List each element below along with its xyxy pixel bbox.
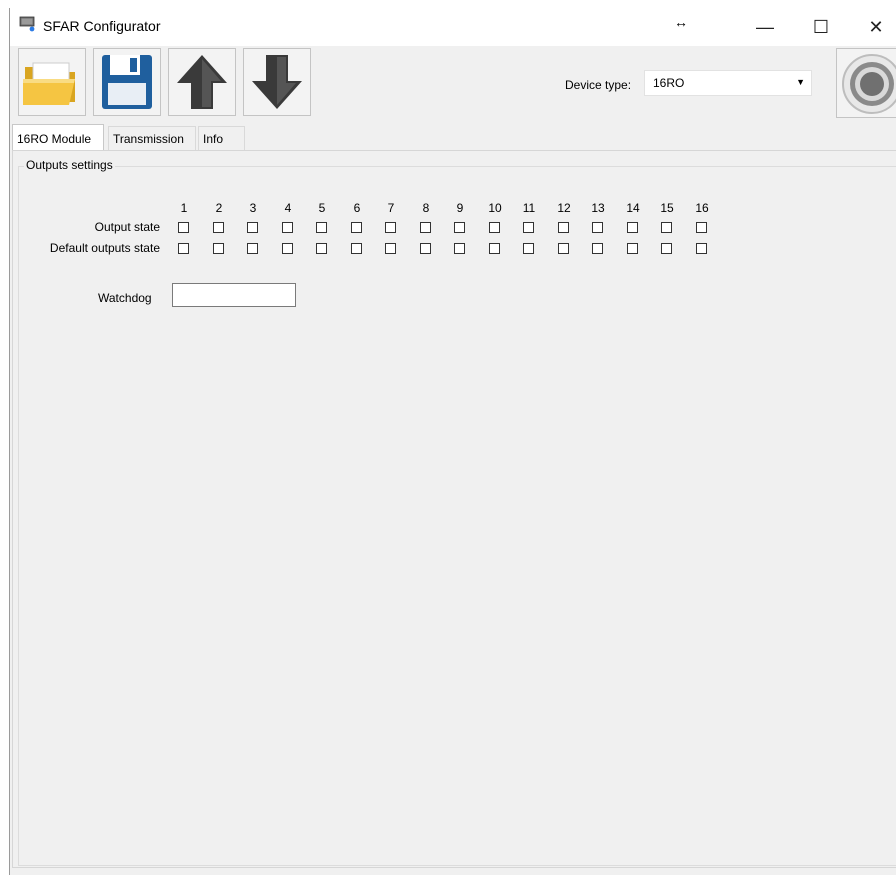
outputs-settings-title: Outputs settings (24, 158, 115, 172)
default-output-state-checkbox-14[interactable] (627, 243, 638, 254)
floppy-disk-icon (102, 55, 152, 109)
output-state-checkbox-12[interactable] (558, 222, 569, 233)
arrow-up-icon (177, 55, 227, 109)
output-column-10: 10 (488, 201, 502, 215)
default-output-state-checkbox-7[interactable] (385, 243, 396, 254)
arrow-down-icon (252, 55, 302, 109)
output-column-3: 3 (249, 201, 257, 215)
dropdown-arrow-icon: ▼ (796, 77, 805, 87)
minimize-button[interactable]: — (742, 8, 788, 46)
output-column-9: 9 (456, 201, 464, 215)
output-column-8: 8 (422, 201, 430, 215)
watchdog-input[interactable] (172, 283, 296, 307)
default-output-state-checkbox-15[interactable] (661, 243, 672, 254)
open-file-button[interactable] (18, 48, 86, 116)
output-column-6: 6 (353, 201, 361, 215)
output-column-13: 13 (591, 201, 605, 215)
output-column-7: 7 (387, 201, 395, 215)
default-output-state-checkbox-3[interactable] (247, 243, 258, 254)
output-state-checkbox-2[interactable] (213, 222, 224, 233)
connect-button[interactable] (836, 48, 896, 118)
default-output-state-checkbox-13[interactable] (592, 243, 603, 254)
default-output-state-checkbox-4[interactable] (282, 243, 293, 254)
default-output-state-checkbox-12[interactable] (558, 243, 569, 254)
output-state-checkbox-6[interactable] (351, 222, 362, 233)
default-output-state-checkbox-9[interactable] (454, 243, 465, 254)
output-state-checkbox-16[interactable] (696, 222, 707, 233)
connect-icon (842, 54, 896, 114)
watchdog-label: Watchdog (98, 291, 152, 305)
close-button[interactable]: ✕ (853, 8, 896, 46)
output-state-checkbox-9[interactable] (454, 222, 465, 233)
output-state-label: Output state (94, 220, 160, 234)
output-state-checkbox-5[interactable] (316, 222, 327, 233)
default-output-state-checkbox-2[interactable] (213, 243, 224, 254)
tab-16ro-module[interactable]: 16RO Module (12, 124, 104, 150)
default-output-state-checkbox-6[interactable] (351, 243, 362, 254)
folder-open-icon (23, 62, 75, 105)
output-column-16: 16 (695, 201, 709, 215)
output-state-checkbox-13[interactable] (592, 222, 603, 233)
resize-cursor-icon: ↔ (674, 14, 688, 30)
output-state-checkbox-4[interactable] (282, 222, 293, 233)
device-type-select[interactable]: 16RO ▼ (644, 70, 812, 96)
device-type-label: Device type: (565, 78, 632, 92)
output-state-checkbox-1[interactable] (178, 222, 189, 233)
tab-info[interactable]: Info (198, 126, 245, 150)
download-button[interactable] (243, 48, 311, 116)
output-state-checkbox-14[interactable] (627, 222, 638, 233)
maximize-button[interactable]: ☐ (798, 8, 844, 46)
output-state-checkbox-3[interactable] (247, 222, 258, 233)
window-title: SFAR Configurator (43, 18, 161, 34)
output-column-4: 4 (284, 201, 292, 215)
default-output-state-checkbox-8[interactable] (420, 243, 431, 254)
default-output-state-checkbox-5[interactable] (316, 243, 327, 254)
output-column-14: 14 (626, 201, 640, 215)
title-bar: SFAR Configurator ↔ — ☐ ✕ (10, 8, 896, 46)
output-state-checkbox-15[interactable] (661, 222, 672, 233)
output-column-15: 15 (660, 201, 674, 215)
app-window: SFAR Configurator ↔ — ☐ ✕ Device type: 1… (9, 8, 896, 875)
output-state-checkbox-8[interactable] (420, 222, 431, 233)
save-file-button[interactable] (93, 48, 161, 116)
output-column-1: 1 (180, 201, 188, 215)
default-output-state-checkbox-11[interactable] (523, 243, 534, 254)
output-column-2: 2 (215, 201, 223, 215)
output-state-checkbox-11[interactable] (523, 222, 534, 233)
output-column-12: 12 (557, 201, 571, 215)
default-output-state-checkbox-16[interactable] (696, 243, 707, 254)
app-icon (19, 16, 35, 32)
device-type-value: 16RO (653, 76, 685, 90)
output-column-5: 5 (318, 201, 326, 215)
output-state-checkbox-10[interactable] (489, 222, 500, 233)
default-output-state-checkbox-1[interactable] (178, 243, 189, 254)
output-state-checkbox-7[interactable] (385, 222, 396, 233)
tab-transmission[interactable]: Transmission (108, 126, 196, 150)
upload-button[interactable] (168, 48, 236, 116)
output-column-11: 11 (522, 201, 536, 215)
outputs-settings-group (18, 166, 896, 866)
default-outputs-state-label: Default outputs state (49, 241, 160, 255)
default-output-state-checkbox-10[interactable] (489, 243, 500, 254)
